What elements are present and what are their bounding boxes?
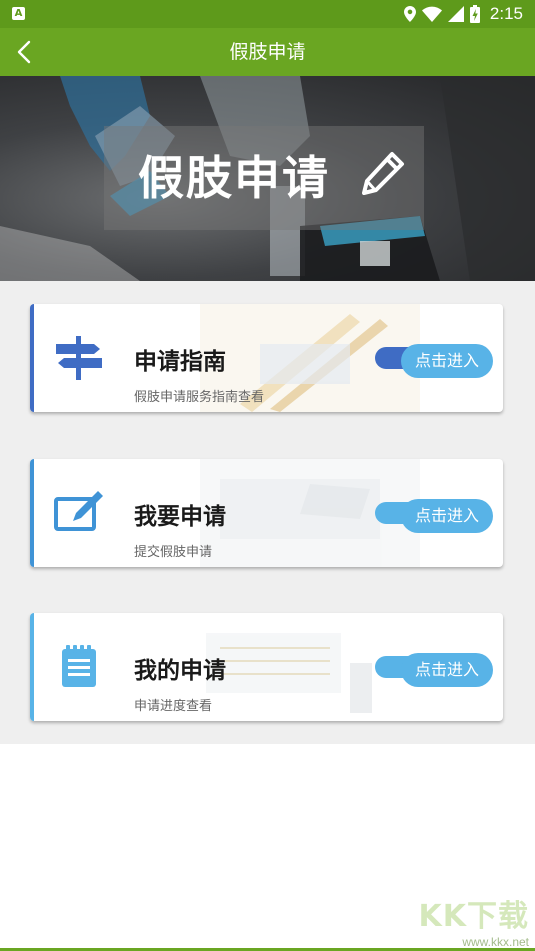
watermark-url: www.kkx.net: [462, 935, 529, 949]
card-application-guide[interactable]: 申请指南 假肢申请服务指南查看 点击进入: [30, 304, 503, 412]
card-title: 我的申请: [134, 658, 226, 684]
status-time: 2:15: [489, 4, 523, 23]
watermark: KK下载 www.kkx.net: [419, 891, 530, 949]
notepad-icon: [62, 645, 96, 687]
app-bar: 假肢申请: [0, 28, 535, 76]
enter-button[interactable]: 点击进入: [401, 344, 493, 378]
banner-title: 假肢申请: [138, 151, 330, 205]
signal-icon: [447, 6, 464, 22]
battery-icon: [469, 5, 480, 23]
card-accent-bar: [30, 613, 34, 721]
notification-icon: A: [12, 7, 25, 20]
watermark-brand: KK下载: [418, 899, 529, 934]
banner: 假肢申请: [0, 76, 535, 281]
status-icons: 2:15: [403, 3, 523, 25]
edit-form-icon: [54, 491, 103, 531]
card-subtitle: 提交假肢申请: [134, 545, 213, 560]
card-my-applications[interactable]: 我的申请 申请进度查看 点击进入: [30, 613, 503, 721]
location-icon: [403, 6, 416, 22]
card-title: 申请指南: [134, 349, 226, 375]
status-bar: A 2:15: [0, 0, 535, 28]
pencil-icon: [362, 152, 404, 195]
banner-title-box: 假肢申请: [104, 126, 424, 230]
card-accent-bar: [30, 459, 34, 567]
card-subtitle: 申请进度查看: [134, 699, 213, 714]
menu-list: 申请指南 假肢申请服务指南查看 点击进入 我要申请 提交假肢申请 点击进入 我的…: [0, 281, 535, 744]
enter-button[interactable]: 点击进入: [401, 653, 493, 687]
enter-button[interactable]: 点击进入: [401, 499, 493, 533]
card-title: 我要申请: [134, 504, 226, 530]
wifi-icon: [421, 6, 442, 22]
card-subtitle: 假肢申请服务指南查看: [134, 390, 265, 405]
card-accent-bar: [30, 304, 34, 412]
signpost-icon: [56, 336, 102, 380]
page-title: 假肢申请: [229, 41, 306, 63]
card-submit-application[interactable]: 我要申请 提交假肢申请 点击进入: [30, 459, 503, 567]
